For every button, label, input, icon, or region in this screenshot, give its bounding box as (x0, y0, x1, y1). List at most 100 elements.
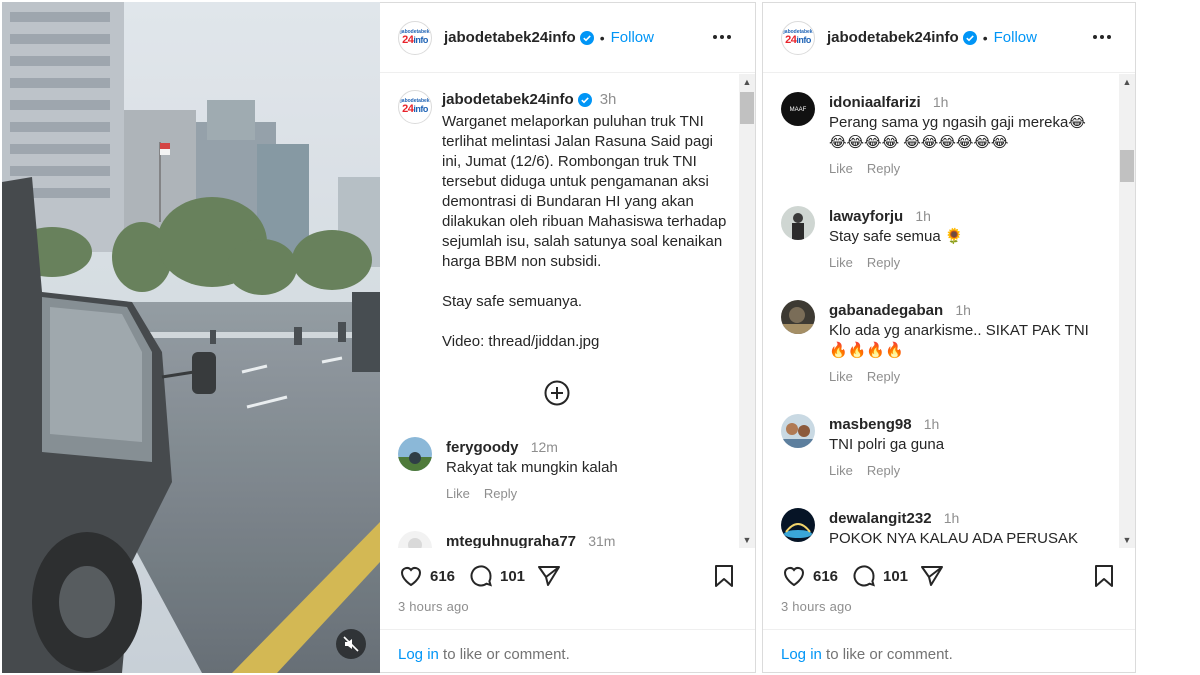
commenter-avatar[interactable] (781, 206, 815, 240)
comment-username[interactable]: idoniaalfarizi (829, 94, 921, 111)
like-comment-button[interactable]: Like (829, 463, 853, 478)
avatar-image (781, 206, 815, 240)
comment-username[interactable]: lawayforju (829, 208, 903, 225)
caption-logo: jabodetabek 24info (400, 99, 429, 115)
account-username[interactable]: jabodetabek24info (444, 29, 576, 46)
comment-icon[interactable] (851, 563, 877, 589)
account-avatar[interactable]: jabodetabek 24info (398, 20, 432, 55)
comment-item: dewalangit232 1h POKOK NYA KALAU ADA PER… (781, 508, 1111, 548)
comment-text: POKOK NYA KALAU ADA PERUSAK (829, 530, 1078, 547)
comments-panel: jabodetabek 24info jabodetabek24info • F… (762, 2, 1136, 673)
scrollbar-thumb[interactable] (1120, 150, 1134, 182)
like-comment-button[interactable]: Like (446, 486, 470, 501)
comment-text: Perang sama yg ngasih gaji mereka😂 😂😂😂😂 … (829, 114, 1086, 151)
share-icon[interactable] (536, 563, 562, 589)
avatar-image (398, 437, 432, 471)
post-video[interactable] (2, 2, 380, 673)
separator-dot: • (982, 29, 988, 46)
comments-scroll-area[interactable]: MAAF idoniaalfarizi 1h Perang sama yg ng… (763, 74, 1135, 548)
comments-scroll-area[interactable]: jabodetabek 24info jabodetabek24info 3h … (380, 74, 755, 548)
comments-count: 101 (883, 568, 909, 585)
account-avatar[interactable]: jabodetabek 24info (781, 20, 815, 55)
reply-comment-button[interactable]: Reply (867, 161, 900, 176)
reply-comment-button[interactable]: Reply (867, 369, 900, 384)
scroll-up-arrow[interactable]: ▲ (739, 74, 755, 90)
avatar-image (781, 508, 815, 542)
video-frame (2, 2, 380, 673)
separator-dot: • (599, 29, 605, 46)
reply-comment-button[interactable]: Reply (867, 255, 900, 270)
comment-username[interactable]: mteguhnugraha77 (446, 533, 576, 548)
logo-word: info (413, 104, 428, 114)
post-detail-panel: jabodetabek 24info jabodetabek24info • F… (380, 2, 756, 673)
mute-button[interactable] (336, 629, 366, 659)
logo-word: info (796, 34, 811, 45)
caption-time: 3h (599, 91, 617, 108)
heart-icon[interactable] (781, 563, 807, 589)
commenter-avatar[interactable] (398, 437, 432, 471)
scrollbar-thumb[interactable] (740, 92, 754, 124)
comment-text: Stay safe semua 🌻 (829, 228, 964, 245)
caption-text: Warganet melaporkan puluhan truk TNI ter… (442, 113, 727, 350)
caption-username[interactable]: jabodetabek24info (442, 90, 574, 110)
reply-comment-button[interactable]: Reply (867, 463, 900, 478)
comment-username[interactable]: masbeng98 (829, 416, 912, 433)
login-link[interactable]: Log in (781, 646, 822, 663)
heart-icon[interactable] (398, 563, 424, 589)
comment-time: 1h (955, 302, 971, 318)
scroll-down-arrow[interactable]: ▼ (739, 532, 755, 548)
caption-avatar[interactable]: jabodetabek 24info (398, 90, 432, 124)
more-options-icon[interactable] (1091, 27, 1113, 47)
comment-item: masbeng98 1h TNI polri ga guna Like Reply (781, 414, 1111, 478)
avatar-caption: MAAF (790, 107, 807, 113)
follow-button[interactable]: Follow (611, 29, 654, 46)
login-link[interactable]: Log in (398, 646, 439, 663)
likes-count: 616 (430, 568, 456, 585)
share-icon[interactable] (919, 563, 945, 589)
avatar-image (781, 414, 815, 448)
comment-username[interactable]: dewalangit232 (829, 510, 932, 527)
account-logo: jabodetabek 24info (783, 29, 812, 46)
comment-item: lawayforju 1h Stay safe semua 🌻 Like Repl… (781, 206, 1111, 270)
more-options-icon[interactable] (711, 27, 733, 47)
account-logo: jabodetabek 24info (400, 29, 429, 46)
like-comment-button[interactable]: Like (829, 369, 853, 384)
commenter-avatar[interactable] (781, 508, 815, 542)
verified-badge-icon (577, 93, 592, 107)
commenter-avatar[interactable] (398, 531, 432, 548)
avatar-image: MAAF (781, 92, 815, 126)
login-prompt: Log in to like or comment. (380, 629, 755, 673)
commenter-avatar[interactable] (781, 300, 815, 334)
like-comment-button[interactable]: Like (829, 161, 853, 176)
post-header: jabodetabek 24info jabodetabek24info • F… (763, 3, 1135, 73)
comments-scrollbar[interactable]: ▲ ▼ (739, 74, 755, 548)
logo-word: info (413, 34, 428, 45)
speaker-muted-icon (343, 636, 359, 652)
comment-username[interactable]: gabanadegaban (829, 302, 943, 319)
comment-item: MAAF idoniaalfarizi 1h Perang sama yg ng… (781, 92, 1111, 176)
comment-item: mteguhnugraha77 31m (398, 531, 728, 548)
comments-scrollbar[interactable]: ▲ ▼ (1119, 74, 1135, 548)
follow-button[interactable]: Follow (994, 29, 1037, 46)
scroll-up-arrow[interactable]: ▲ (1119, 74, 1135, 90)
logo-text-bottom: 24info (783, 33, 812, 46)
comments-count: 101 (500, 568, 526, 585)
bookmark-icon[interactable] (711, 563, 737, 589)
commenter-avatar[interactable] (781, 414, 815, 448)
comment-icon[interactable] (468, 563, 494, 589)
post-caption: jabodetabek 24info jabodetabek24info 3h … (398, 90, 732, 352)
load-more-comments-icon[interactable] (544, 380, 570, 406)
commenter-avatar[interactable]: MAAF (781, 92, 815, 126)
reply-comment-button[interactable]: Reply (484, 486, 517, 501)
comment-time: 1h (923, 416, 940, 432)
logo-number: 24 (785, 33, 797, 46)
avatar-image (781, 300, 815, 334)
comment-text: TNI polri ga guna (829, 436, 945, 453)
bookmark-icon[interactable] (1091, 563, 1117, 589)
comment-username[interactable]: ferygoody (446, 439, 519, 456)
scroll-down-arrow[interactable]: ▼ (1119, 532, 1135, 548)
post-actions: 616 101 (398, 563, 737, 593)
logo-text-bottom: 24info (400, 104, 429, 115)
like-comment-button[interactable]: Like (829, 255, 853, 270)
account-username[interactable]: jabodetabek24info (827, 29, 959, 46)
